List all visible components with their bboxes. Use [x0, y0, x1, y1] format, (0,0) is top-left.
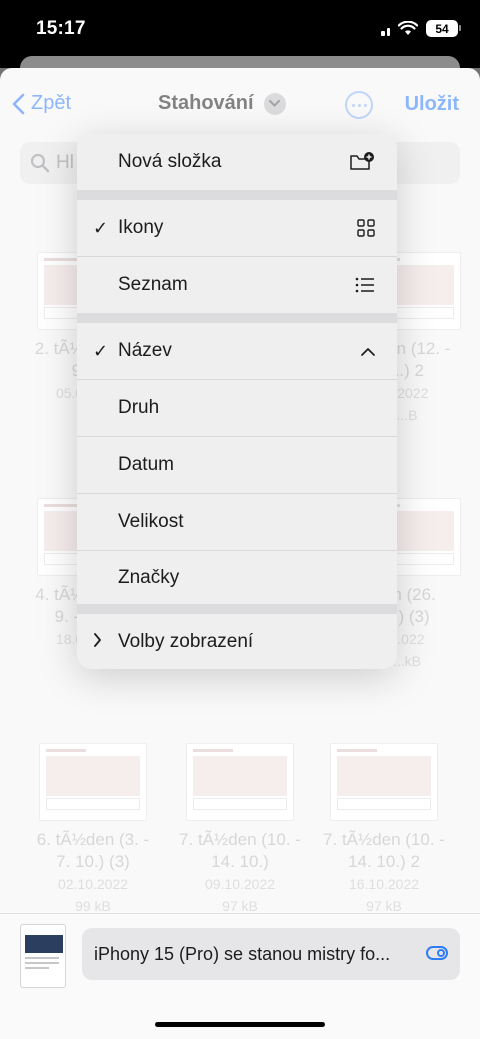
menu-item-new-folder[interactable]: Nová složka [77, 134, 397, 190]
chevron-up-icon [361, 347, 375, 356]
menu-item-sort-size[interactable]: Velikost [77, 494, 397, 550]
filename-field[interactable]: iPhony 15 (Pro) se stanou mistry fo... [82, 928, 460, 980]
menu-item-sort-kind[interactable]: Druh [77, 380, 397, 436]
document-thumbnail [20, 924, 66, 988]
menu-item-view-options[interactable]: Volby zobrazení [77, 614, 397, 669]
menu-item-label: Druh [118, 397, 160, 418]
menu-item-label: Značky [118, 566, 180, 588]
menu-item-label: Ikony [118, 217, 164, 238]
menu-item-sort-name[interactable]: ✓ Název [77, 323, 397, 379]
battery-icon: 54 [426, 20, 461, 37]
cellular-signal-icon [381, 22, 390, 102]
chevron-right-icon [93, 631, 111, 652]
menu-item-sort-date[interactable]: Datum [77, 437, 397, 493]
menu-item-label: Datum [118, 454, 174, 475]
new-folder-icon [349, 152, 375, 172]
checkmark-icon: ✓ [93, 340, 109, 361]
menu-item-label: Název [118, 340, 172, 361]
list-icon [355, 277, 375, 293]
menu-item-sort-tags[interactable]: Značky [77, 551, 397, 604]
status-time: 15:17 [36, 18, 86, 39]
status-icons: 54 [381, 20, 461, 102]
toggle-extension-icon[interactable] [426, 946, 448, 960]
view-options-menu: Nová složka ✓ Ikony Seznam ✓ Název Druh … [77, 134, 397, 669]
menu-item-label: Seznam [118, 274, 188, 295]
checkmark-icon: ✓ [93, 217, 109, 238]
home-indicator[interactable] [155, 1022, 325, 1027]
wifi-icon [398, 21, 418, 35]
menu-item-icons[interactable]: ✓ Ikony [77, 200, 397, 256]
filename-text: iPhony 15 (Pro) se stanou mistry fo... [94, 943, 391, 964]
status-bar: 15:17 54 [0, 0, 480, 102]
grid-icon [357, 219, 375, 237]
menu-item-list[interactable]: Seznam [77, 257, 397, 313]
menu-item-label: Velikost [118, 511, 184, 532]
menu-item-label: Nová složka [118, 151, 222, 172]
menu-item-label: Volby zobrazení [118, 630, 254, 652]
save-bar: iPhony 15 (Pro) se stanou mistry fo... [0, 913, 480, 1039]
